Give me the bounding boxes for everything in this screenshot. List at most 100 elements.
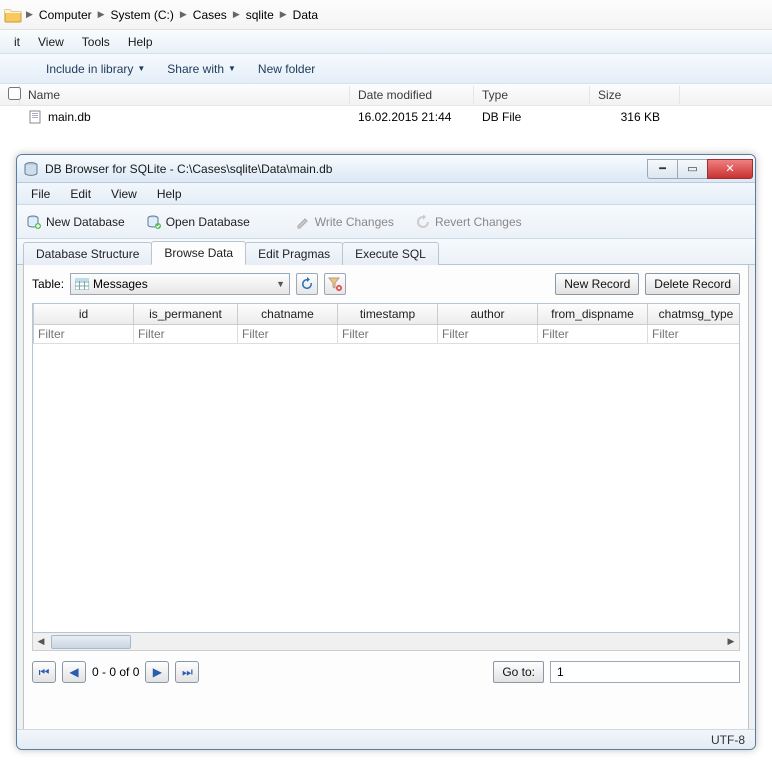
table-label: Table:: [32, 277, 64, 291]
menu-help[interactable]: Help: [120, 33, 161, 51]
file-size: 316 KB: [590, 108, 680, 126]
breadcrumb-segment[interactable]: Computer: [35, 6, 96, 24]
share-with-button[interactable]: Share with▼: [159, 59, 244, 79]
chevron-down-icon: ▼: [137, 64, 145, 73]
filter-from-dispname[interactable]: [538, 325, 647, 343]
column-date[interactable]: Date modified: [350, 86, 474, 104]
close-button[interactable]: ✕: [707, 159, 753, 179]
column-size[interactable]: Size: [590, 86, 680, 104]
delete-record-button[interactable]: Delete Record: [645, 273, 740, 295]
file-name: main.db: [48, 110, 91, 124]
file-name-cell: main.db: [20, 108, 350, 126]
app-menubar: File Edit View Help: [17, 183, 755, 205]
grid-filter-row: [33, 325, 739, 344]
explorer-toolbar: Include in library▼ Share with▼ New fold…: [0, 54, 772, 84]
write-icon: [296, 215, 310, 229]
menu-view[interactable]: View: [101, 185, 147, 203]
breadcrumb[interactable]: ▶ Computer ▶ System (C:) ▶ Cases ▶ sqlit…: [26, 6, 322, 24]
file-type: DB File: [474, 108, 590, 126]
revert-changes-button[interactable]: Revert Changes: [412, 213, 526, 231]
menu-edit[interactable]: it: [6, 33, 28, 51]
breadcrumb-bar: ▶ Computer ▶ System (C:) ▶ Cases ▶ sqlit…: [0, 0, 772, 30]
chevron-right-icon: ▶: [280, 9, 287, 20]
pager-text: 0 - 0 of 0: [92, 665, 139, 679]
grid-header: id is_permanent chatname timestamp autho…: [33, 304, 739, 325]
col-id[interactable]: id: [34, 304, 134, 324]
file-icon: [28, 110, 42, 124]
chevron-right-icon: ▶: [98, 9, 105, 20]
filter-timestamp[interactable]: [338, 325, 437, 343]
menu-file[interactable]: File: [21, 185, 60, 203]
statusbar: UTF-8: [17, 729, 755, 749]
next-page-button[interactable]: ▶: [145, 661, 169, 683]
db-browser-window: DB Browser for SQLite - C:\Cases\sqlite\…: [16, 154, 756, 750]
menu-help[interactable]: Help: [147, 185, 192, 203]
write-changes-button[interactable]: Write Changes: [292, 213, 398, 231]
first-page-button[interactable]: ⏮: [32, 661, 56, 683]
checkbox-column[interactable]: [0, 85, 20, 105]
table-select[interactable]: Messages ▼: [70, 273, 290, 295]
chevron-right-icon: ▶: [233, 9, 240, 20]
database-new-icon: [27, 215, 41, 229]
menu-tools[interactable]: Tools: [74, 33, 118, 51]
scroll-right-icon[interactable]: ▶: [723, 634, 739, 650]
breadcrumb-segment[interactable]: sqlite: [242, 6, 278, 24]
column-type[interactable]: Type: [474, 86, 590, 104]
encoding-label: UTF-8: [711, 733, 745, 747]
open-database-button[interactable]: Open Database: [143, 213, 254, 231]
revert-icon: [416, 215, 430, 229]
menu-view[interactable]: View: [30, 33, 72, 51]
include-in-library-button[interactable]: Include in library▼: [38, 59, 153, 79]
tab-edit-pragmas[interactable]: Edit Pragmas: [245, 242, 343, 265]
folder-icon: [4, 7, 22, 23]
breadcrumb-segment[interactable]: System (C:): [107, 6, 178, 24]
prev-page-button[interactable]: ◀: [62, 661, 86, 683]
data-grid: id is_permanent chatname timestamp autho…: [32, 303, 740, 633]
col-timestamp[interactable]: timestamp: [338, 304, 438, 324]
window-title: DB Browser for SQLite - C:\Cases\sqlite\…: [45, 162, 647, 176]
new-record-button[interactable]: New Record: [555, 273, 639, 295]
filter-chatname[interactable]: [238, 325, 337, 343]
filter-id[interactable]: [34, 325, 133, 343]
last-page-button[interactable]: ⏭: [175, 661, 199, 683]
minimize-button[interactable]: ━: [647, 159, 677, 179]
breadcrumb-segment[interactable]: Cases: [189, 6, 231, 24]
horizontal-scrollbar[interactable]: ◀ ▶: [32, 633, 740, 651]
goto-button[interactable]: Go to:: [493, 661, 544, 683]
menu-edit[interactable]: Edit: [60, 185, 101, 203]
maximize-button[interactable]: ▭: [677, 159, 707, 179]
refresh-button[interactable]: [296, 273, 318, 295]
tab-execute-sql[interactable]: Execute SQL: [342, 242, 439, 265]
col-chatname[interactable]: chatname: [238, 304, 338, 324]
clear-filters-button[interactable]: [324, 273, 346, 295]
tab-body: Table: Messages ▼ New Record Delete Reco…: [23, 265, 749, 733]
pager: ⏮ ◀ 0 - 0 of 0 ▶ ⏭ Go to:: [32, 661, 740, 683]
chevron-down-icon: ▼: [276, 279, 285, 289]
filter-is-permanent[interactable]: [134, 325, 237, 343]
col-from-dispname[interactable]: from_dispname: [538, 304, 648, 324]
goto-input[interactable]: [550, 661, 740, 683]
table-icon: [75, 278, 89, 290]
explorer-menubar: it View Tools Help: [0, 30, 772, 54]
col-is-permanent[interactable]: is_permanent: [134, 304, 238, 324]
app-toolbar: New Database Open Database Write Changes…: [17, 205, 755, 239]
file-row[interactable]: main.db 16.02.2015 21:44 DB File 316 KB: [0, 106, 772, 128]
tab-browse-data[interactable]: Browse Data: [151, 241, 246, 265]
column-name[interactable]: Name: [20, 86, 350, 104]
app-icon: [23, 161, 39, 177]
table-selected-name: Messages: [93, 277, 148, 291]
filter-chatmsg-type[interactable]: [648, 325, 740, 343]
tab-database-structure[interactable]: Database Structure: [23, 242, 152, 265]
col-author[interactable]: author: [438, 304, 538, 324]
scroll-thumb[interactable]: [51, 635, 131, 649]
filter-author[interactable]: [438, 325, 537, 343]
scroll-left-icon[interactable]: ◀: [33, 634, 49, 650]
col-chatmsg-type[interactable]: chatmsg_type: [648, 304, 740, 324]
file-date: 16.02.2015 21:44: [350, 108, 474, 126]
new-folder-button[interactable]: New folder: [250, 59, 323, 79]
breadcrumb-segment[interactable]: Data: [289, 6, 322, 24]
database-open-icon: [147, 215, 161, 229]
new-database-button[interactable]: New Database: [23, 213, 129, 231]
chevron-down-icon: ▼: [228, 64, 236, 73]
titlebar[interactable]: DB Browser for SQLite - C:\Cases\sqlite\…: [17, 155, 755, 183]
